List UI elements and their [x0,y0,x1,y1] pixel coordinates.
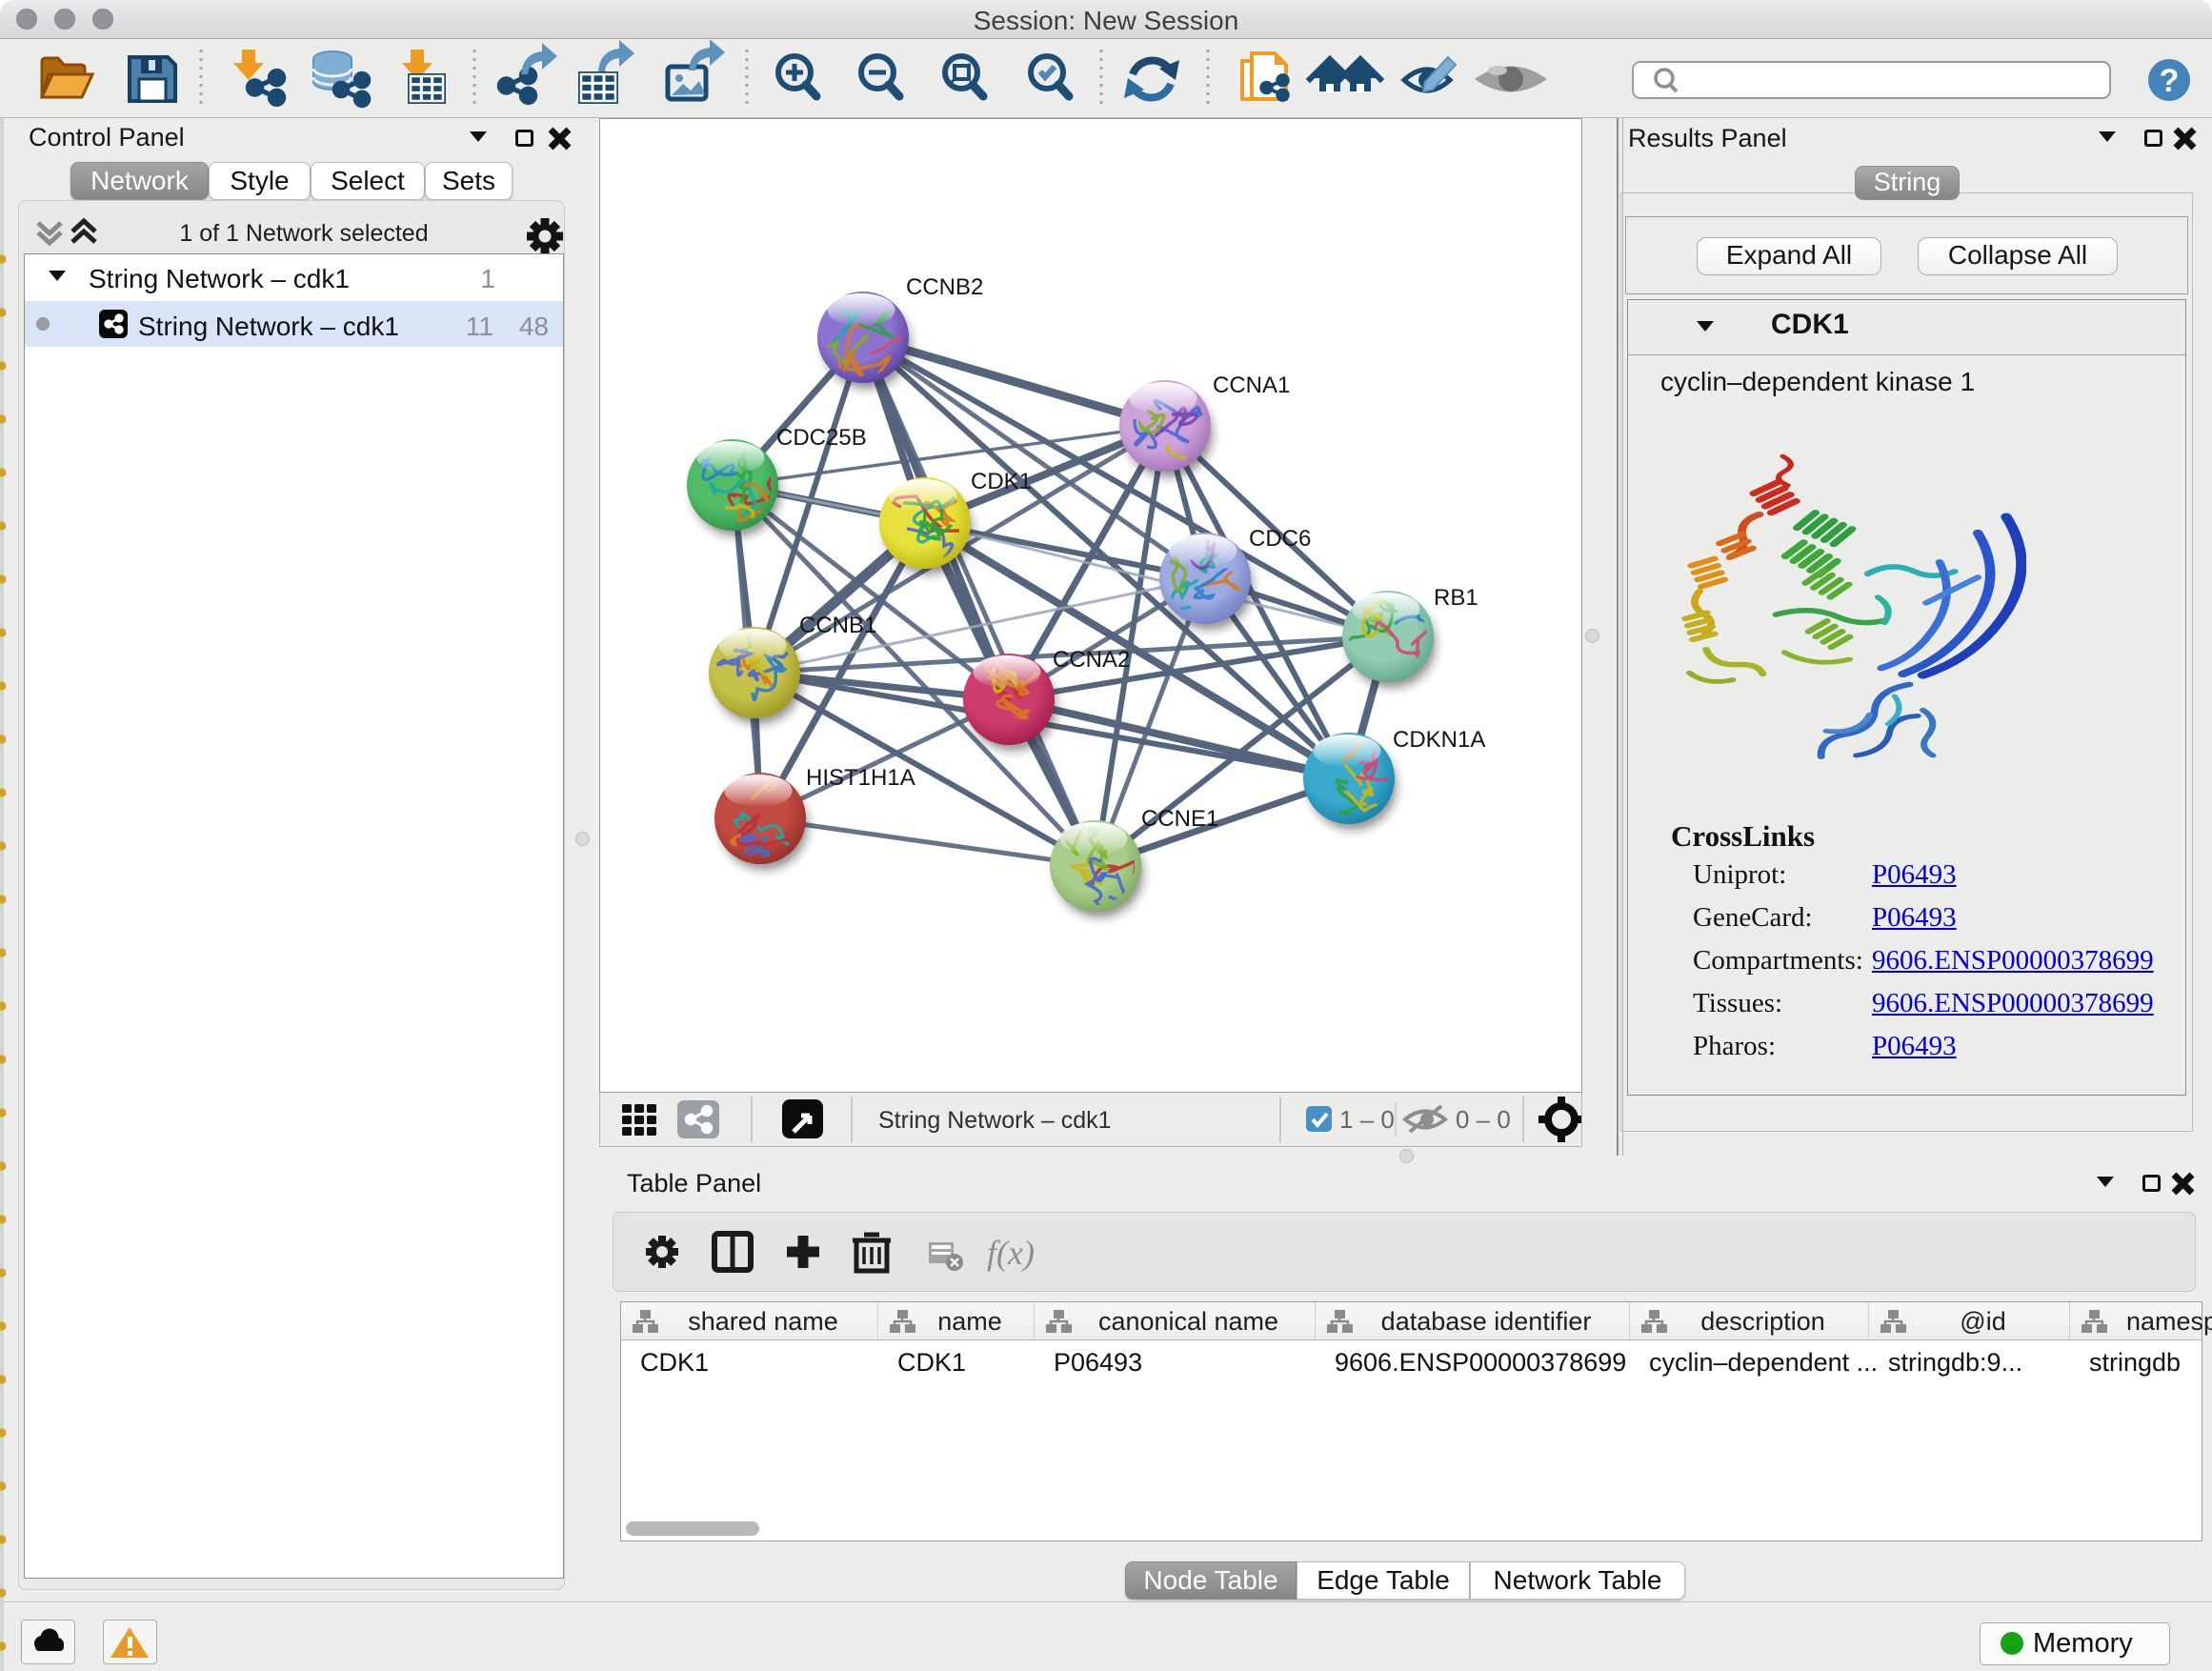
svg-text:1 – 0: 1 – 0 [1339,1105,1395,1134]
svg-text:String Network – cdk1: String Network – cdk1 [878,1107,1112,1134]
svg-text:CCNE1: CCNE1 [1141,806,1218,832]
svg-text:0 – 0: 0 – 0 [1456,1105,1511,1134]
svg-text:CDKN1A: CDKN1A [1393,727,1485,753]
svg-text:CCNB1: CCNB1 [799,613,876,638]
svg-text:?: ? [2160,63,2180,99]
svg-text:CDK1: CDK1 [971,469,1032,494]
svg-text:CDC6: CDC6 [1249,526,1311,552]
svg-text:CDC25B: CDC25B [776,425,867,451]
svg-text:RB1: RB1 [1434,585,1478,611]
svg-text:CCNA2: CCNA2 [1053,647,1130,673]
svg-text:CCNA1: CCNA1 [1213,372,1290,398]
svg-text:HIST1H1A: HIST1H1A [806,765,915,791]
svg-text:CCNB2: CCNB2 [906,274,983,300]
svg-text:f(x): f(x) [987,1234,1035,1272]
